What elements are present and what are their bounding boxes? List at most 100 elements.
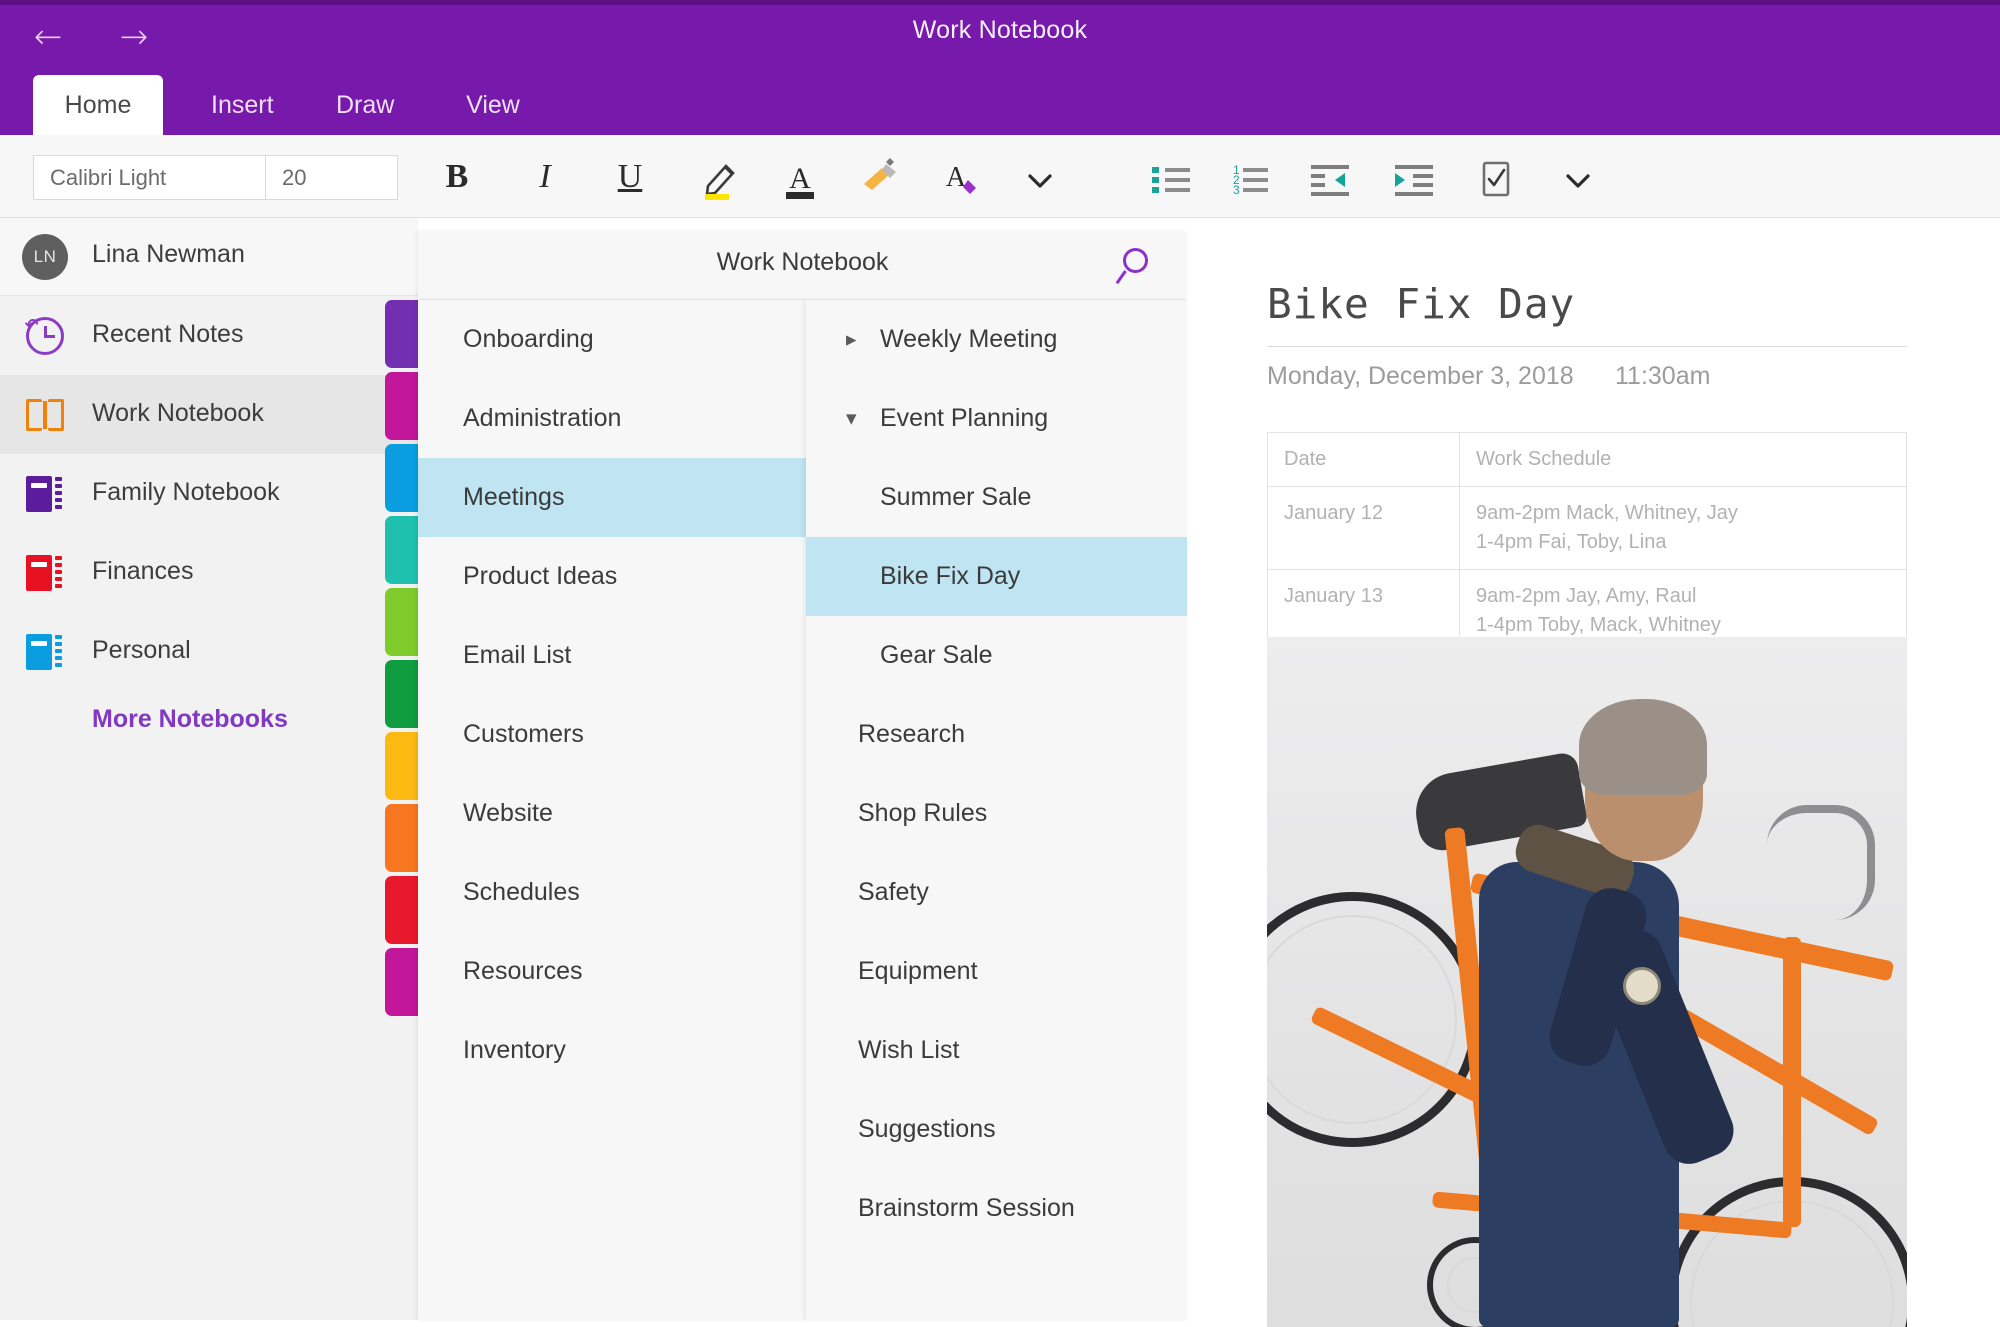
onenote-window: ← → Work Notebook Home Insert Draw View … — [0, 0, 2000, 1327]
section-color-tabs — [385, 300, 419, 1020]
tab-insert[interactable]: Insert — [185, 75, 295, 135]
sidebar-item-family-notebook[interactable]: Family Notebook — [0, 454, 418, 533]
schedule-line: 1-4pm Fai, Toby, Lina — [1476, 531, 1667, 553]
title-bar: ← → Work Notebook — [0, 0, 2000, 75]
todo-tag-button[interactable] — [1465, 152, 1527, 202]
section-tab-meetings[interactable] — [385, 444, 419, 512]
page-item-suggestions[interactable]: Suggestions — [806, 1090, 1187, 1169]
section-tab-onboarding[interactable] — [385, 300, 419, 368]
sidebar-item-personal[interactable]: Personal — [0, 612, 418, 691]
decrease-indent-button[interactable] — [1300, 152, 1362, 202]
account-row[interactable]: LN Lina Newman — [0, 218, 418, 296]
chevron-down-icon — [1016, 174, 1064, 208]
page-list: ▸ Weekly Meeting ▾ Event Planning Summer… — [806, 300, 1187, 1320]
work-schedule-table[interactable]: Date Work Schedule January 12 9am-2pm Ma… — [1267, 432, 1907, 653]
clear-formatting-button[interactable]: A — [930, 152, 990, 202]
numbered-list-button[interactable]: 1 2 3 — [1218, 152, 1280, 202]
font-size-input[interactable]: 20 — [265, 155, 398, 200]
page-item-summer-sale[interactable]: Summer Sale — [806, 458, 1187, 537]
font-color-icon: A — [776, 162, 824, 206]
page-item-research[interactable]: Research — [806, 695, 1187, 774]
page-item-equipment[interactable]: Equipment — [806, 932, 1187, 1011]
section-item-inventory[interactable]: Inventory — [418, 1011, 806, 1090]
svg-text:A: A — [789, 162, 811, 195]
schedule-line: 1-4pm Toby, Mack, Whitney — [1476, 614, 1721, 636]
underline-glyph: U — [617, 158, 643, 195]
sidebar-item-label: Personal — [92, 636, 191, 664]
ribbon-toolbar: Calibri Light 20 B I U A A 1 2 3 — [0, 135, 2000, 353]
bold-button[interactable]: B — [432, 152, 482, 202]
notebook-title: Work Notebook — [716, 248, 889, 276]
sidebar-item-finances[interactable]: Finances — [0, 533, 418, 612]
chevron-right-icon[interactable]: ▸ — [846, 300, 857, 379]
section-item-product-ideas[interactable]: Product Ideas — [418, 537, 806, 616]
page-label: Weekly Meeting — [880, 325, 1058, 353]
section-tab-administration[interactable] — [385, 372, 419, 440]
title-divider — [1267, 346, 1907, 347]
increase-indent-button[interactable] — [1382, 152, 1444, 202]
tab-draw[interactable]: Draw — [310, 75, 420, 135]
sidebar-item-work-notebook[interactable]: Work Notebook — [0, 375, 418, 454]
bulleted-list-button[interactable] — [1140, 152, 1202, 202]
avatar: LN — [22, 234, 68, 280]
page-item-bike-fix-day[interactable]: Bike Fix Day — [806, 537, 1187, 616]
highlighter-button[interactable] — [690, 152, 750, 202]
table-header-row: Date Work Schedule — [1267, 432, 1907, 487]
page-group-event-planning[interactable]: ▾ Event Planning — [806, 379, 1187, 458]
pen-highlight-icon — [696, 164, 744, 206]
page-label: Event Planning — [880, 404, 1049, 432]
page-item-wish-list[interactable]: Wish List — [806, 1011, 1187, 1090]
format-painter-button[interactable] — [850, 152, 910, 202]
search-icon[interactable] — [1115, 244, 1159, 288]
more-notebooks-label: More Notebooks — [92, 705, 288, 733]
italic-glyph: I — [539, 158, 551, 195]
page-item-gear-sale[interactable]: Gear Sale — [806, 616, 1187, 695]
ribbon-tab-strip: Home Insert Draw View — [0, 75, 2000, 135]
section-item-customers[interactable]: Customers — [418, 695, 806, 774]
italic-button[interactable]: I — [520, 152, 570, 202]
open-book-icon — [26, 395, 66, 435]
increase-indent-icon — [1387, 165, 1439, 207]
cell-schedule: 9am-2pm Mack, Whitney, Jay 1-4pm Fai, To… — [1459, 486, 1907, 570]
font-color-button[interactable]: A — [770, 152, 830, 202]
chevron-down-icon[interactable]: ▾ — [846, 379, 857, 458]
section-item-resources[interactable]: Resources — [418, 932, 806, 1011]
font-more-button[interactable] — [1010, 152, 1070, 202]
table-row[interactable]: January 12 9am-2pm Mack, Whitney, Jay 1-… — [1267, 486, 1907, 570]
notebook-icon — [26, 632, 66, 672]
tab-view[interactable]: View — [438, 75, 548, 135]
page-title[interactable]: Bike Fix Day — [1267, 280, 1575, 328]
paragraph-more-button[interactable] — [1548, 152, 1608, 202]
section-item-onboarding[interactable]: Onboarding — [418, 300, 806, 379]
section-tab-inventory[interactable] — [385, 948, 419, 1016]
page-item-safety[interactable]: Safety — [806, 853, 1187, 932]
note-image-bike[interactable] — [1267, 637, 1907, 1327]
underline-button[interactable]: U — [605, 152, 655, 202]
tab-home[interactable]: Home — [33, 75, 163, 135]
account-name: Lina Newman — [92, 240, 245, 268]
section-tab-email-list[interactable] — [385, 588, 419, 656]
section-item-email-list[interactable]: Email List — [418, 616, 806, 695]
person-watch — [1623, 967, 1661, 1005]
sidebar-item-label: Recent Notes — [92, 320, 244, 348]
page-item-shop-rules[interactable]: Shop Rules — [806, 774, 1187, 853]
font-name-input[interactable]: Calibri Light — [33, 155, 298, 200]
checkbox-icon — [1471, 161, 1521, 207]
more-notebooks-link[interactable]: More Notebooks — [0, 691, 418, 761]
section-item-meetings[interactable]: Meetings — [418, 458, 806, 537]
section-tab-schedules[interactable] — [385, 804, 419, 872]
section-tab-resources[interactable] — [385, 876, 419, 944]
section-item-administration[interactable]: Administration — [418, 379, 806, 458]
note-canvas[interactable]: Bike Fix Day Monday, December 3, 2018 11… — [1195, 232, 2000, 1327]
section-item-schedules[interactable]: Schedules — [418, 853, 806, 932]
section-item-website[interactable]: Website — [418, 774, 806, 853]
svg-text:3: 3 — [1233, 183, 1240, 197]
sidebar-item-recent-notes[interactable]: ↶ Recent Notes — [0, 296, 418, 375]
page-group-weekly-meeting[interactable]: ▸ Weekly Meeting — [806, 300, 1187, 379]
sidebar-item-label: Work Notebook — [92, 399, 264, 427]
section-tab-product-ideas[interactable] — [385, 516, 419, 584]
section-tab-website[interactable] — [385, 732, 419, 800]
bike-handlebars — [1767, 805, 1875, 920]
page-item-brainstorm-session[interactable]: Brainstorm Session — [806, 1169, 1187, 1248]
section-tab-customers[interactable] — [385, 660, 419, 728]
